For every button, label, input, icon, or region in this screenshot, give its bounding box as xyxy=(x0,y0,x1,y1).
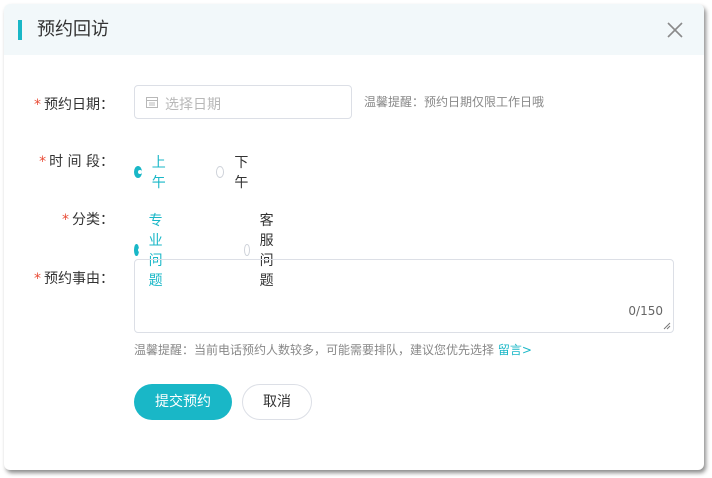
required-mark: * xyxy=(34,271,41,287)
calendar-icon xyxy=(146,97,158,108)
date-label-text: 预约日期： xyxy=(44,97,114,113)
radio-morning-label: 上午 xyxy=(151,155,166,191)
appointment-dialog: 预约回访 * 预约日期： 选择日期 温馨提醒：预约日期仅限工作日哦 * 时 间 段：… xyxy=(4,4,704,470)
radio-unchecked-icon xyxy=(244,244,250,256)
leave-message-link[interactable]: 留言> xyxy=(498,343,532,357)
required-mark: * xyxy=(39,154,47,170)
radio-afternoon[interactable]: 下午 xyxy=(216,152,252,192)
queue-note: 温馨提醒：当前电话预约人数较多，可能需要排队，建议您优先选择 留言> xyxy=(134,341,532,358)
radio-checked-icon xyxy=(134,244,142,256)
radio-unchecked-icon xyxy=(216,166,225,178)
reason-label: * 预约事由： xyxy=(4,268,114,288)
close-icon[interactable] xyxy=(664,19,686,41)
date-label: * 预约日期： xyxy=(4,94,114,114)
date-picker-input[interactable]: 选择日期 xyxy=(134,85,352,119)
required-mark: * xyxy=(34,97,41,113)
radio-checked-icon xyxy=(134,166,142,178)
queue-note-text: 温馨提醒：当前电话预约人数较多，可能需要排队，建议您优先选择 xyxy=(134,343,498,357)
dialog-title: 预约回访 xyxy=(37,19,109,40)
cancel-button[interactable]: 取消 xyxy=(242,384,312,420)
submit-button[interactable]: 提交预约 xyxy=(134,384,232,420)
dialog-header: 预约回访 xyxy=(4,4,704,55)
date-hint: 温馨提醒：预约日期仅限工作日哦 xyxy=(364,95,545,109)
reason-textarea[interactable]: 0/150 xyxy=(134,259,674,333)
radio-morning[interactable]: 上午 xyxy=(134,152,170,192)
category-label-text: 分类： xyxy=(72,212,114,228)
reason-label-text: 预约事由： xyxy=(44,271,114,287)
date-placeholder: 选择日期 xyxy=(165,97,221,113)
resize-handle-icon[interactable] xyxy=(663,322,671,330)
char-counter: 0/150 xyxy=(628,304,663,318)
radio-afternoon-label: 下午 xyxy=(234,155,249,191)
title-accent-bar xyxy=(18,20,22,40)
category-label: * 分类： xyxy=(4,209,114,229)
period-label: * 时 间 段： xyxy=(4,151,114,171)
period-label-text: 时 间 段： xyxy=(49,154,114,170)
required-mark: * xyxy=(62,212,69,228)
